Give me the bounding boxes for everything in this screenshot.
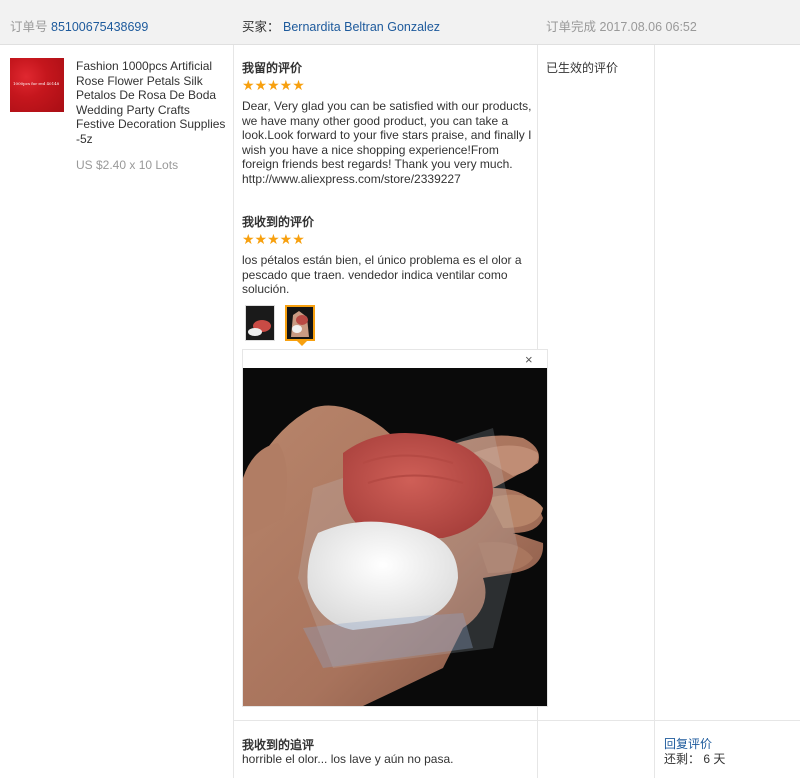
- close-icon[interactable]: ×: [525, 352, 533, 367]
- my-review-text: Dear, Very glad you can be satisfied wit…: [242, 99, 534, 186]
- received-review-text: los pétalos están bien, el único problem…: [242, 253, 522, 296]
- photo-thumbnail-image: [287, 307, 313, 339]
- time-remaining: 还剩： 6 天: [664, 750, 725, 767]
- review-photo-large: [243, 368, 547, 706]
- product-title-link[interactable]: Fashion 1000pcs Artificial Rose Flower P…: [76, 59, 226, 146]
- row-divider: [233, 720, 800, 721]
- column-divider: [654, 45, 655, 778]
- product-thumbnail-caption: 1000pcs for red 40148: [13, 81, 60, 86]
- time-remaining-value: 6 天: [703, 752, 726, 766]
- followup-review-text: horrible el olor... los lave y aún no pa…: [242, 752, 454, 766]
- order-number-group: 订单号 85100675438699: [10, 16, 148, 35]
- photo-thumbnail-image: [246, 306, 274, 340]
- buyer-group: 买家： Bernardita Beltran Gonzalez: [242, 16, 440, 35]
- received-review-stars: ★★★★★: [242, 231, 305, 247]
- buyer-label: 买家：: [242, 20, 280, 34]
- review-photo-thumbnail[interactable]: [245, 305, 275, 341]
- order-number-link[interactable]: 85100675438699: [51, 20, 148, 34]
- my-review-body: Dear, Very glad you can be satisfied wit…: [242, 99, 532, 171]
- store-link-text: http://www.aliexpress.com/store/2339227: [242, 171, 461, 186]
- product-price: US $2.40 x 10 Lots: [76, 158, 179, 172]
- review-photo-thumbnail-selected[interactable]: [285, 305, 315, 341]
- buyer-name-link[interactable]: Bernardita Beltran Gonzalez: [283, 20, 440, 34]
- my-review-heading: 我留的评价: [242, 61, 303, 75]
- order-header: 订单号 85100675438699 买家： Bernardita Beltra…: [0, 0, 800, 45]
- order-number-label: 订单号: [10, 20, 48, 34]
- completed-label: 订单完成: [546, 20, 597, 34]
- completed-time: 2017.08.06 06:52: [599, 20, 697, 34]
- my-review-stars: ★★★★★: [242, 77, 305, 93]
- review-photo-image: [243, 368, 547, 706]
- column-divider: [233, 45, 234, 778]
- review-status: 已生效的评价: [546, 61, 619, 75]
- received-review-heading: 我收到的评价: [242, 215, 315, 229]
- completed-group: 订单完成 2017.08.06 06:52: [546, 16, 697, 35]
- followup-review-heading: 我收到的追评: [242, 738, 315, 752]
- time-remaining-label: 还剩：: [664, 752, 701, 766]
- selected-pointer: [297, 341, 307, 346]
- product-thumbnail[interactable]: 1000pcs for red 40148: [10, 58, 64, 112]
